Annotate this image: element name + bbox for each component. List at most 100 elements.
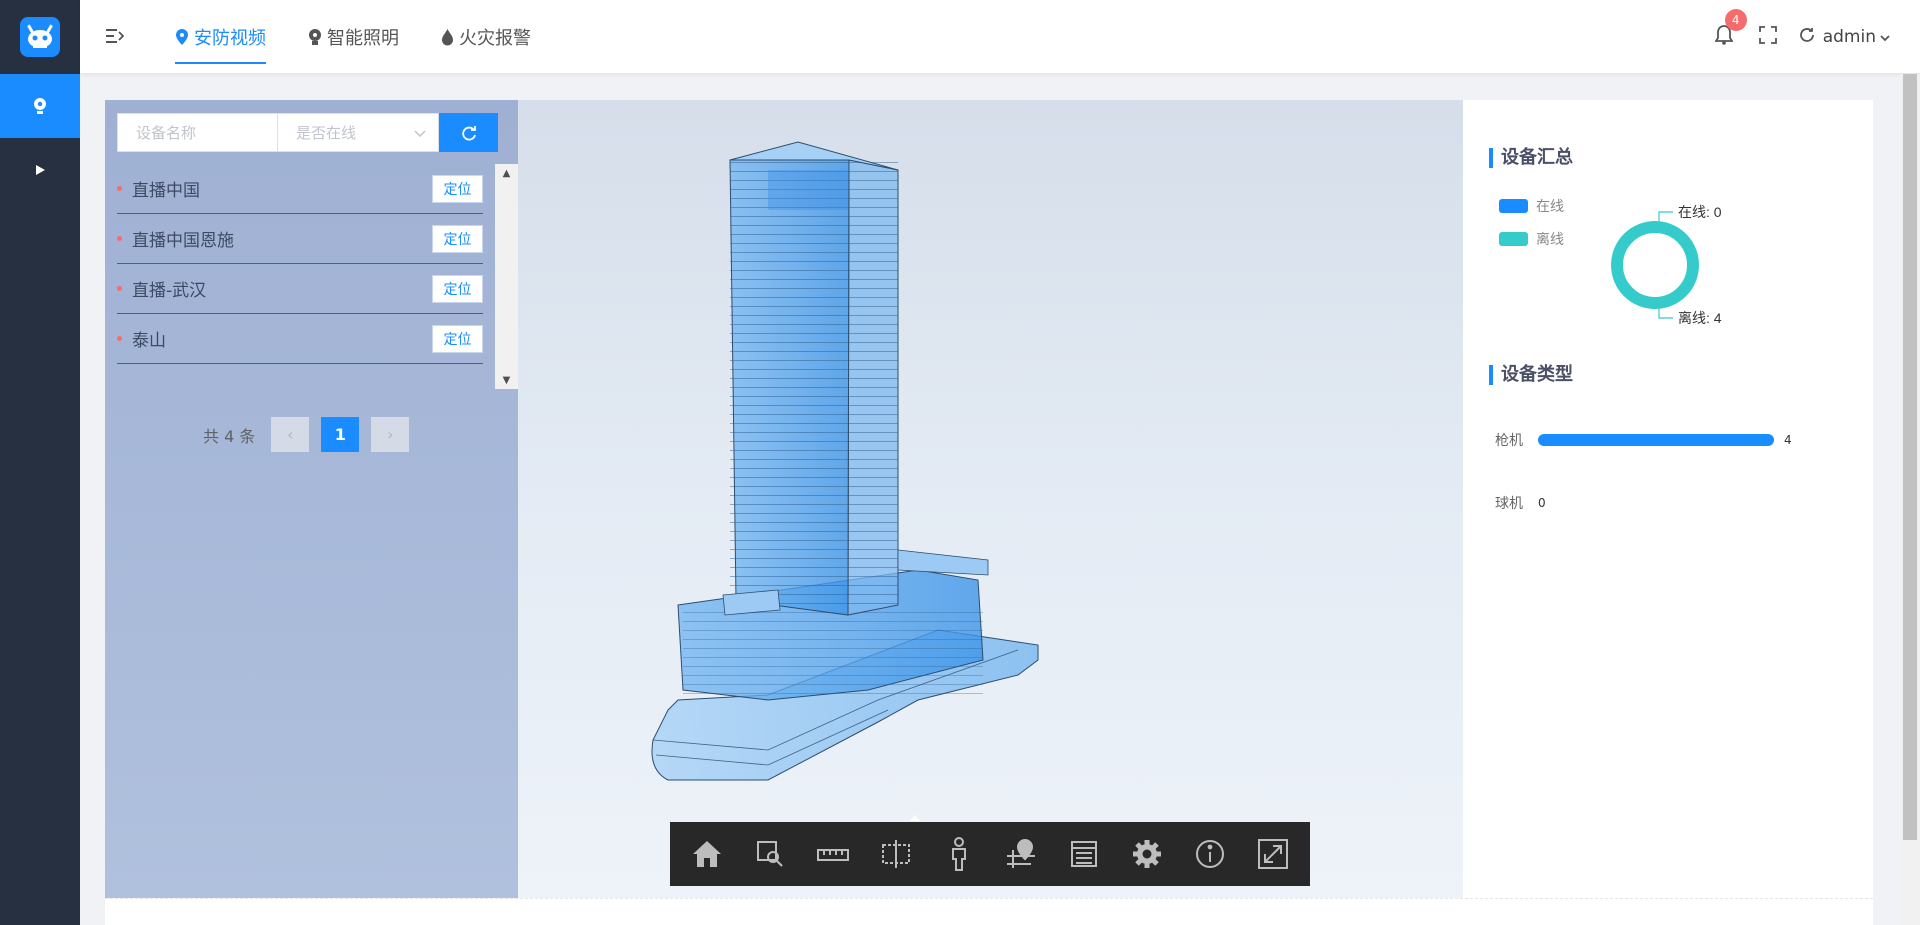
offline-slice [1611, 221, 1699, 309]
device-list: 直播中国 定位 直播中国恩施 定位 直播-武汉 定位 泰山 定位 [117, 164, 483, 364]
refresh-icon [1799, 27, 1815, 48]
online-count-label: 在线: 0 [1678, 204, 1722, 220]
pagination: 共 4 条 ‹ 1 › [203, 417, 421, 452]
list-item[interactable]: 泰山 定位 [117, 314, 483, 364]
chevron-down-icon [1880, 27, 1890, 47]
type-bar-track [1538, 434, 1774, 446]
top-bar: 安防视频 智能照明 火灾报警 4 admin [80, 0, 1920, 74]
legend-label: 离线 [1536, 232, 1564, 248]
info-icon[interactable] [1185, 829, 1235, 879]
app-logo [0, 0, 80, 74]
type-row-bullet-camera: 枪机 4 [1495, 430, 1792, 450]
offline-status-dot [117, 186, 122, 191]
statistics-panel: 设备汇总 在线 离线 在线: 0 离线: 4 设备类型 枪机 4 球机 0 [1463, 100, 1873, 898]
list-item[interactable]: 直播中国恩施 定位 [117, 214, 483, 264]
page-scroll-thumb[interactable] [1903, 74, 1917, 840]
list-item[interactable]: 直播-武汉 定位 [117, 264, 483, 314]
legend-swatch-offline [1499, 232, 1528, 246]
scroll-down-icon[interactable]: ▼ [495, 371, 518, 389]
device-list-panel: 设备名称 是否在线 直播中国 定位 直播中国恩施 定位 直播-武汉 定位 泰山 … [105, 100, 518, 898]
left-rail [0, 0, 80, 925]
legend-item-online[interactable]: 在线 [1499, 196, 1564, 216]
person-icon[interactable] [934, 829, 984, 879]
offline-status-dot [117, 236, 122, 241]
total-count: 共 4 条 [203, 426, 256, 446]
offline-status-dot [117, 336, 122, 341]
gear-icon[interactable] [1122, 829, 1172, 879]
list-scrollbar[interactable]: ▲ ▼ [495, 164, 518, 389]
device-type-title: 设备类型 [1489, 365, 1573, 385]
section-box-icon[interactable] [871, 829, 921, 879]
type-bar-fill [1538, 434, 1774, 446]
page-scrollbar[interactable] [1900, 74, 1920, 925]
type-label: 枪机 [1495, 433, 1523, 449]
ruler-icon[interactable] [808, 829, 858, 879]
building-model[interactable] [518, 100, 1463, 898]
bottom-strip [105, 898, 1873, 925]
page-number-button[interactable]: 1 [321, 417, 360, 452]
offline-count-label: 离线: 4 [1678, 310, 1722, 326]
top-right-actions: 4 admin [1714, 0, 1890, 74]
type-value: 0 [1538, 496, 1546, 510]
select-placeholder: 是否在线 [296, 124, 357, 142]
type-value: 4 [1784, 433, 1792, 447]
online-status-select[interactable]: 是否在线 [278, 113, 439, 152]
locate-button[interactable]: 定位 [432, 175, 483, 203]
filter-row: 设备名称 是否在线 [117, 113, 498, 152]
tab-security-video[interactable]: 安防视频 [175, 0, 266, 74]
user-menu[interactable]: admin [1799, 27, 1890, 48]
list-icon[interactable] [1059, 829, 1109, 879]
legend-swatch-online [1499, 199, 1528, 213]
module-tabs: 安防视频 智能照明 火灾报警 [175, 0, 573, 74]
scroll-up-icon[interactable]: ▲ [495, 164, 518, 182]
camera-pin-icon [175, 28, 189, 46]
device-summary-title: 设备汇总 [1489, 148, 1573, 168]
type-row-dome-camera: 球机 0 [1495, 493, 1546, 513]
camera-pin-icon [34, 98, 46, 114]
fullscreen-expand-icon[interactable] [1248, 829, 1298, 879]
type-label: 球机 [1495, 496, 1523, 512]
device-name: 泰山 [132, 331, 166, 351]
chevron-down-icon [414, 124, 426, 142]
refresh-button[interactable] [439, 113, 498, 152]
tab-smart-lighting[interactable]: 智能照明 [308, 0, 399, 74]
viewer-toolbar [670, 815, 1310, 886]
home-icon[interactable] [682, 829, 732, 879]
device-name-input[interactable]: 设备名称 [117, 113, 278, 152]
next-page-button[interactable]: › [371, 417, 410, 452]
flame-icon [441, 28, 454, 46]
notification-badge: 4 [1724, 9, 1747, 31]
fullscreen-icon[interactable] [1758, 26, 1777, 48]
tab-label: 智能照明 [327, 28, 399, 49]
notification-bell[interactable]: 4 [1714, 9, 1747, 49]
main-content: 设备名称 是否在线 直播中国 定位 直播中国恩施 定位 直播-武汉 定位 泰山 … [105, 100, 1873, 898]
tab-label: 安防视频 [194, 28, 266, 49]
locate-button[interactable]: 定位 [432, 325, 483, 353]
online-status-donut-chart: 在线: 0 离线: 4 [1611, 204, 1722, 326]
legend-label: 在线 [1536, 199, 1564, 215]
play-icon [36, 165, 45, 175]
device-name: 直播中国 [132, 181, 200, 201]
list-item[interactable]: 直播中国 定位 [117, 164, 483, 214]
robot-logo-icon [20, 17, 60, 57]
refresh-icon [461, 125, 476, 140]
zoom-area-icon[interactable] [745, 829, 795, 879]
offline-status-dot [117, 286, 122, 291]
legend-item-offline[interactable]: 离线 [1499, 229, 1564, 249]
tab-fire-alarm[interactable]: 火灾报警 [441, 0, 531, 74]
prev-page-button[interactable]: ‹ [271, 417, 310, 452]
menu-toggle-icon[interactable] [106, 28, 125, 46]
scroll-thumb[interactable] [499, 184, 514, 370]
locate-button[interactable]: 定位 [432, 275, 483, 303]
bim-3d-viewport[interactable] [518, 100, 1463, 898]
device-name: 直播中国恩施 [132, 231, 234, 251]
rail-item-security-video[interactable] [0, 74, 80, 138]
rail-item-expand[interactable] [0, 138, 80, 202]
chart-legend: 在线 离线 [1499, 196, 1564, 262]
username: admin [1822, 27, 1876, 47]
device-name: 直播-武汉 [132, 281, 207, 301]
location-pin-icon[interactable] [996, 829, 1046, 879]
locate-button[interactable]: 定位 [432, 225, 483, 253]
toolbar-caret [910, 815, 920, 821]
tab-label: 火灾报警 [459, 28, 531, 49]
